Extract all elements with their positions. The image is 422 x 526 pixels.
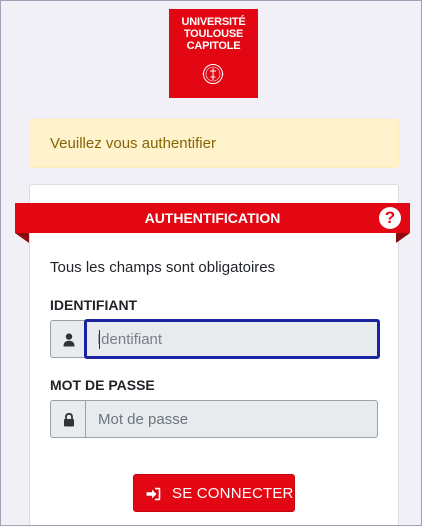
mandatory-note: Tous les champs sont obligatoires [50,259,276,276]
password-addon [50,400,86,438]
password-input[interactable] [85,400,378,438]
username-addon [50,320,86,358]
lock-icon [64,413,74,427]
logo-line-1: UNIVERSITÉ [181,16,246,28]
username-label: IDENTIFIANT [50,297,138,313]
seal-icon [202,64,224,84]
user-icon [63,333,75,347]
auth-alert: Veuillez vous authentifier [29,119,399,168]
sign-in-icon [146,487,161,501]
panel-title-ribbon: AUTHENTIFICATION [15,203,410,233]
login-page: UNIVERSITÉ TOULOUSE CAPITOLE Veuillez vo… [0,0,422,526]
login-button-label: SE CONNECTER [172,485,294,502]
username-input[interactable] [84,319,380,359]
ribbon-fold-right [396,233,410,243]
password-group [50,400,378,438]
university-logo: UNIVERSITÉ TOULOUSE CAPITOLE [169,9,258,98]
password-label: MOT DE PASSE [50,377,155,393]
ribbon-fold-left [15,233,29,243]
logo-line-3: CAPITOLE [186,40,241,52]
text-cursor [99,330,100,349]
logo-line-2: TOULOUSE [183,28,244,40]
login-button[interactable]: SE CONNECTER [133,474,295,512]
alert-message: Veuillez vous authentifier [50,135,216,152]
question-circle-icon[interactable]: ? [379,207,401,229]
panel-title: AUTHENTIFICATION [144,210,281,226]
